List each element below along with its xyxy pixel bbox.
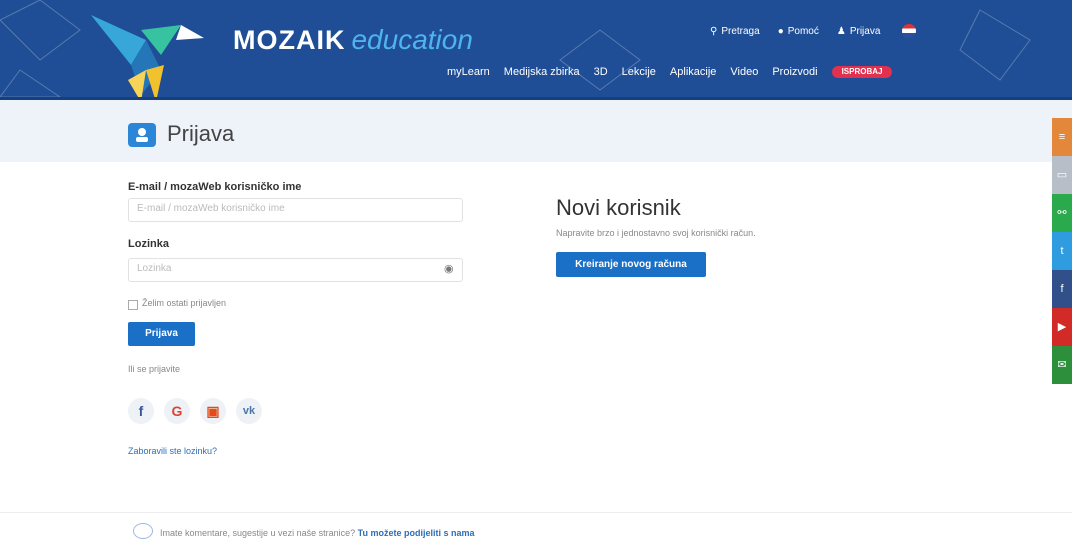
brand-logo[interactable]: MOZAIK education <box>233 24 473 56</box>
language-flag-icon[interactable] <box>902 24 917 38</box>
twitter-icon[interactable]: t <box>1052 232 1072 270</box>
youtube-icon[interactable]: ▶ <box>1052 308 1072 346</box>
remember-checkbox[interactable] <box>128 300 138 310</box>
search-label: Pretraga <box>721 25 760 37</box>
login-link[interactable]: ♟ Prijava <box>837 24 881 38</box>
nav-mylearn[interactable]: myLearn <box>447 66 490 78</box>
login-label: Prijava <box>849 25 881 37</box>
facebook-icon[interactable]: f <box>128 398 154 424</box>
try-button[interactable]: ISPROBAJ <box>831 66 893 78</box>
mail-icon[interactable]: ✉ <box>1052 346 1072 384</box>
share-sidebar: ≡ ▭ ⚯ t f ▶ ✉ <box>1052 118 1072 384</box>
nav-media[interactable]: Medijska zbirka <box>504 66 580 78</box>
nav-products[interactable]: Proizvodi <box>772 66 817 78</box>
comment-icon[interactable]: ▭ <box>1052 156 1072 194</box>
main-nav: myLearn Medijska zbirka 3D Lekcije Aplik… <box>447 66 893 78</box>
brand-sub: education <box>351 24 473 55</box>
top-links: ⚲ Pretraga ● Pomoć ♟ Prijava <box>710 24 917 38</box>
eye-icon[interactable]: ◉ <box>444 262 454 275</box>
page-title: Prijava <box>167 121 235 146</box>
brand-name: MOZAIK <box>233 25 346 55</box>
create-account-button[interactable]: Kreiranje novog računa <box>556 252 706 277</box>
user-icon: ♟ <box>836 25 846 37</box>
help-label: Pomoć <box>787 25 819 37</box>
nav-apps[interactable]: Aplikacije <box>670 66 716 78</box>
forgot-password-link[interactable]: Zaboravili ste lozinku? <box>128 446 217 456</box>
new-user-heading: Novi korisnik <box>556 195 681 220</box>
facebook-share-icon[interactable]: f <box>1052 270 1072 308</box>
user-glyph <box>136 128 148 142</box>
search-link[interactable]: ⚲ Pretraga <box>710 24 760 38</box>
user-icon <box>128 123 156 147</box>
password-label: Lozinka <box>128 238 169 250</box>
or-login-label: Ili se prijavite <box>128 364 181 374</box>
search-icon: ⚲ <box>710 25 718 37</box>
email-label: E-mail / mozaWeb korisničko ime <box>128 181 302 193</box>
help-icon: ● <box>777 25 784 37</box>
office-icon[interactable]: ▣ <box>200 398 226 424</box>
footer-text: Imate komentare, sugestije u vezi naše s… <box>160 528 474 538</box>
remember-label: Želim ostati prijavljen <box>142 298 227 308</box>
help-link[interactable]: ● Pomoć <box>778 24 819 38</box>
site-header: MOZAIK education ⚲ Pretraga ● Pomoć ♟ Prijav… <box>0 0 1072 100</box>
footer-message: Imate komentare, sugestije u vezi naše s… <box>160 528 356 538</box>
vk-icon[interactable]: vk <box>236 398 262 424</box>
nav-3d[interactable]: 3D <box>594 66 608 78</box>
login-button[interactable]: Prijava <box>128 322 195 346</box>
title-bar <box>0 100 1072 162</box>
email-field[interactable]: E-mail / mozaWeb korisničko ime <box>128 198 463 222</box>
hummingbird-logo[interactable] <box>86 10 206 100</box>
feedback-link[interactable]: Tu možete podijeliti s nama <box>358 528 475 538</box>
nav-lessons[interactable]: Lekcije <box>622 66 656 78</box>
nav-video[interactable]: Video <box>730 66 758 78</box>
comment-bubble-icon <box>133 523 153 539</box>
new-user-desc: Napravite brzo i jednostavno svoj korisn… <box>556 228 756 238</box>
google-icon[interactable]: G <box>164 398 190 424</box>
password-field[interactable]: Lozinka <box>128 258 463 282</box>
share-icon[interactable]: ⚯ <box>1052 194 1072 232</box>
list-icon[interactable]: ≡ <box>1052 118 1072 156</box>
